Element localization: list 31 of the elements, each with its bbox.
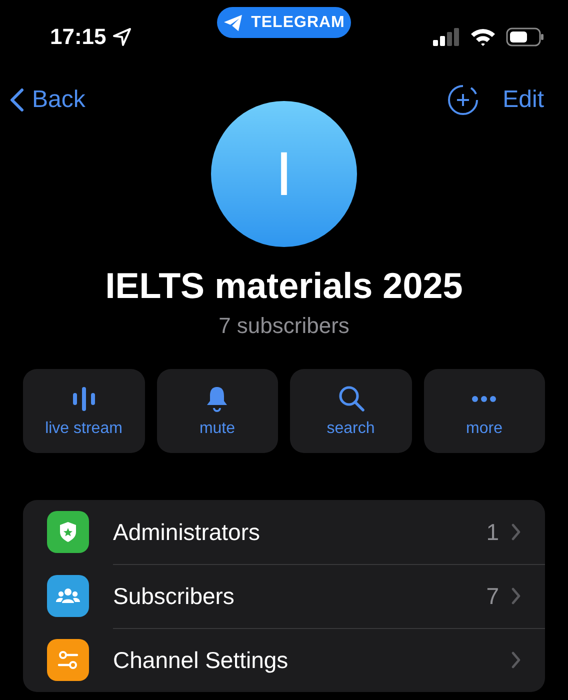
action-button[interactable]: live stream xyxy=(23,369,144,453)
chevron-left-icon xyxy=(10,88,24,112)
channel-title: IELTS materials 2025 xyxy=(105,265,463,307)
action-button[interactable]: search xyxy=(290,369,412,453)
row-count: 1 xyxy=(486,518,499,546)
app-pill[interactable]: TELEGRAM xyxy=(217,7,351,38)
back-button[interactable]: Back xyxy=(10,86,86,114)
paper-plane-icon xyxy=(223,14,244,32)
list-row[interactable]: Channel Settings xyxy=(23,628,545,692)
row-count: 7 xyxy=(486,582,499,610)
search-icon xyxy=(336,384,365,414)
channel-avatar: I xyxy=(211,101,357,247)
subscriber-count: 7 subscribers xyxy=(218,313,350,339)
add-story-icon[interactable] xyxy=(446,84,479,116)
clock-time: 17:15 xyxy=(50,24,106,50)
signal-icon xyxy=(432,27,460,47)
wifi-icon xyxy=(470,27,496,47)
edit-button[interactable]: Edit xyxy=(502,86,544,114)
battery-icon xyxy=(506,27,544,47)
chevron-right-icon xyxy=(511,587,521,605)
list-row[interactable]: Administrators 1 xyxy=(23,500,545,564)
chevron-right-icon xyxy=(511,651,521,669)
row-label: Administrators xyxy=(113,518,261,546)
row-label: Channel Settings xyxy=(113,646,290,674)
location-arrow-icon xyxy=(112,27,132,47)
action-button[interactable]: more xyxy=(424,369,545,453)
list-row[interactable]: Subscribers 7 xyxy=(23,564,545,628)
row-label: Subscribers xyxy=(113,582,236,610)
chevron-right-icon xyxy=(511,523,521,541)
more-icon xyxy=(472,396,496,402)
action-button[interactable]: mute xyxy=(156,369,278,453)
